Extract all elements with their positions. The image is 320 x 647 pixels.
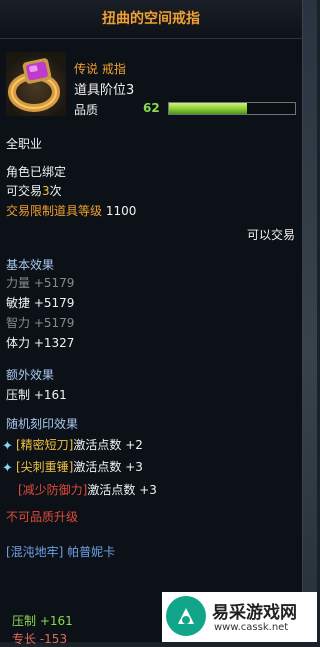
- bottom-stat-row: 压制 +161: [12, 614, 73, 628]
- bottom-stat-row: 专长 -153: [12, 632, 68, 646]
- engrave-header: 随机刻印效果: [6, 417, 79, 431]
- quality-bar-fill: [169, 103, 248, 114]
- basic-effect-row: 体力 +1327: [6, 336, 75, 350]
- no-upgrade-note: 不可品质升级: [6, 510, 79, 524]
- site-logo-icon: [166, 596, 206, 636]
- basic-effect-row: 敏捷 +5179: [6, 296, 75, 310]
- engraving-row: ✦ [尖刺重锤]激活点数 +3: [2, 460, 143, 476]
- extra-effects-header: 额外效果: [6, 368, 55, 382]
- job-restriction: 全职业: [6, 137, 43, 151]
- quality-label: 品质: [74, 103, 99, 117]
- trade-limit: 交易限制道具等级 1100: [6, 204, 137, 218]
- engraving-row: [减少防御力]激活点数 +3: [18, 483, 157, 497]
- engraving-row: ✦ [精密短刀]激活点数 +2: [2, 438, 143, 454]
- trade-count: 可交易3次: [6, 184, 62, 198]
- item-title: 扭曲的空间戒指: [0, 0, 302, 39]
- site-watermark: 易采游戏网 www.cassk.net: [162, 592, 317, 642]
- basic-effect-row: 力量 +5179: [6, 276, 75, 290]
- ring-icon: [6, 52, 66, 116]
- source-location: [混沌地牢] 帕普妮卡: [6, 545, 116, 559]
- game-background: [302, 0, 317, 642]
- extra-effect-row: 压制 +161: [6, 388, 67, 402]
- site-url: www.cassk.net: [214, 622, 289, 633]
- item-tooltip: 扭曲的空间戒指 传说 戒指 道具阶位3 品质 62 全职业 角色已绑定 可交易3…: [0, 0, 303, 646]
- basic-effect-row: 智力 +5179: [6, 316, 75, 330]
- basic-effects-header: 基本效果: [6, 258, 55, 272]
- bound-status: 角色已绑定: [6, 165, 67, 179]
- site-name: 易采游戏网: [212, 603, 297, 623]
- engrave-gem-icon: ✦: [2, 461, 13, 476]
- item-tier: 道具阶位3: [74, 83, 135, 98]
- engrave-gem-icon: ✦: [2, 439, 13, 454]
- rarity-label: 传说 戒指: [74, 62, 126, 76]
- quality-value: 62: [143, 101, 160, 115]
- trade-status: 可以交易: [246, 228, 295, 242]
- quality-bar: [168, 102, 296, 115]
